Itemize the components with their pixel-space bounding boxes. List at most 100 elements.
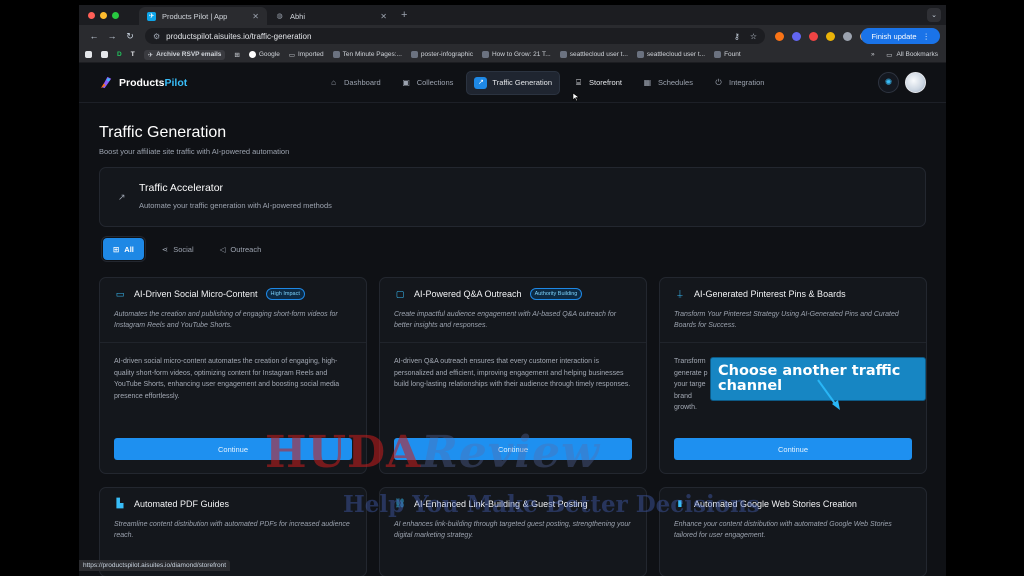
traffic-card-qa-outreach: ▢ AI-Powered Q&A Outreach Authority Buil… [379, 277, 647, 474]
key-icon[interactable]: ⚷ [734, 32, 740, 41]
bookmark-item[interactable]: seattlecloud user t... [559, 51, 628, 58]
bookmark-item[interactable] [101, 51, 108, 58]
bookmark-label: Ten Minute Pages:... [342, 51, 402, 58]
continue-button[interactable]: Continue [674, 438, 912, 460]
traffic-card-link-building: ⛓ AI-Enhanced Link-Building & Guest Post… [379, 487, 647, 576]
maximize-window-button[interactable] [112, 11, 119, 19]
filter-social[interactable]: ⋖ Social [152, 238, 204, 260]
traffic-accelerator-panel: ↗ Traffic Accelerator Automate your traf… [99, 167, 926, 227]
url-text: productspilot.aisuites.io/traffic-genera… [166, 31, 312, 41]
extension-icon[interactable] [826, 31, 835, 41]
favicon-icon: ✈ [147, 11, 156, 21]
card-description: AI enhances link-building through target… [394, 521, 631, 539]
chat-icon: ▢ [395, 288, 405, 299]
puzzle-icon[interactable] [843, 31, 852, 41]
bookmark-item[interactable]: ✈ Archive RSVP emails [143, 49, 226, 60]
bookmark-item[interactable] [85, 51, 92, 58]
bookmark-item[interactable]: D [117, 51, 122, 58]
bookmark-icon: ✈ [147, 51, 154, 59]
tab-search-icon[interactable]: ⌄ [927, 8, 941, 22]
bookmark-icon [481, 51, 489, 58]
tab-strip: ✈ Products Pilot | App ✕ ◍ Abhi ✕ + ⌄ [79, 5, 946, 25]
overflow-icon: » [871, 51, 875, 58]
video-icon: ▭ [115, 288, 125, 299]
nav-label: Storefront [589, 78, 622, 87]
filter-label: All [124, 244, 134, 254]
nav-integration[interactable]: ⏻ Integration [706, 73, 771, 93]
bookmark-item[interactable]: Ten Minute Pages:... [332, 51, 402, 58]
card-divider [380, 342, 646, 343]
continue-button[interactable]: Continue [394, 438, 632, 460]
site-info-icon[interactable]: ⚙ [153, 32, 160, 41]
megaphone-icon: ◁ [219, 244, 226, 254]
theme-toggle-button[interactable]: ✺ [878, 72, 899, 93]
minimize-window-button[interactable] [100, 11, 107, 19]
store-icon: ⌸ [576, 77, 581, 87]
card-description: Create impactful audience engagement wit… [394, 311, 617, 329]
callout-arrow-icon [817, 379, 840, 410]
extension-icon[interactable] [775, 31, 784, 41]
card-body: AI-driven Q&A outreach ensures that ever… [394, 358, 631, 388]
browser-tab-active[interactable]: ✈ Products Pilot | App ✕ [139, 7, 267, 25]
file-icon: ▙ [116, 498, 124, 508]
continue-button[interactable]: Continue [114, 438, 352, 460]
card-description: Streamline content distribution with aut… [114, 521, 350, 539]
bookmark-item[interactable]: Fount [714, 51, 741, 58]
nav-schedules[interactable]: ▦ Schedules [635, 73, 700, 92]
bookmark-label: seattlecloud user t... [569, 51, 628, 58]
nav-label: Traffic Generation [492, 78, 553, 87]
bookmark-item[interactable]: poster-infographic [410, 51, 473, 58]
close-tab-icon[interactable]: ✕ [380, 12, 387, 21]
filter-tabs: ⊞ All ⋖ Social ◁ Outreach [99, 236, 926, 262]
close-tab-icon[interactable]: ✕ [252, 12, 259, 21]
back-icon[interactable]: ← [85, 31, 103, 41]
page-subtitle: Boost your affiliate site traffic with A… [99, 147, 290, 156]
card-title: AI-Generated Pinterest Pins & Boards [694, 288, 846, 299]
forward-icon[interactable]: → [103, 31, 121, 41]
new-tab-icon[interactable]: + [401, 9, 407, 21]
bookmark-item[interactable]: Google [248, 51, 280, 58]
nav-storefront[interactable]: ⌸ Storefront [566, 73, 629, 93]
filter-outreach[interactable]: ◁ Outreach [210, 238, 272, 260]
filter-label: Social [173, 244, 194, 254]
nav-traffic-generation[interactable]: ↗ Traffic Generation [466, 70, 561, 95]
avatar[interactable] [905, 72, 926, 93]
bookmark-icon [85, 51, 92, 58]
nav-dashboard[interactable]: ⌂ Dashboard [321, 73, 388, 92]
header-actions: ✺ [878, 72, 926, 93]
trend-icon: ↗ [118, 192, 126, 202]
extension-icon[interactable] [792, 31, 801, 41]
folder-icon: ▭ [288, 51, 295, 59]
address-bar: ← → ↻ ⚙ productspilot.aisuites.io/traffi… [79, 25, 946, 47]
finish-update-button[interactable]: Finish update ⋮ [861, 28, 940, 44]
sun-icon: ✺ [884, 77, 893, 87]
nav-label: Collections [416, 78, 454, 87]
bookmark-icon [714, 51, 722, 58]
card-title: AI-Driven Social Micro-Content [134, 289, 258, 299]
window-controls [79, 11, 139, 19]
traffic-card-web-stories: ▮ Automated Google Web Stories Creation … [659, 487, 927, 576]
status-badge: High Impact [265, 288, 305, 300]
folder-icon: ▭ [886, 51, 893, 59]
mouse-cursor-icon [572, 92, 580, 102]
nav-collections[interactable]: ▣ Collections [394, 73, 461, 92]
app-logo[interactable]: ProductsPilot [99, 75, 319, 90]
browser-tab[interactable]: ◍ Abhi ✕ [267, 7, 395, 25]
collections-icon: ▣ [402, 78, 410, 87]
bookmark-label: Archive RSVP emails [156, 51, 222, 58]
bookmark-item[interactable]: How to Grow: 21 T... [481, 51, 551, 58]
star-icon[interactable]: ☆ [750, 32, 757, 41]
filter-all[interactable]: ⊞ All [103, 238, 144, 260]
extension-icon[interactable] [809, 31, 818, 41]
card-description: Transform Your Pinterest Strategy Using … [674, 311, 899, 329]
apps-icon[interactable]: ⊞ [234, 51, 239, 59]
traffic-cards-grid: ▭ AI-Driven Social Micro-Content High Im… [99, 277, 927, 576]
url-input[interactable]: ⚙ productspilot.aisuites.io/traffic-gene… [145, 28, 765, 44]
calendar-icon: ▦ [643, 78, 652, 87]
all-bookmarks-button[interactable]: » ▭ All Bookmarks [871, 51, 938, 59]
bookmark-item[interactable]: T [131, 51, 135, 58]
reload-icon[interactable]: ↻ [121, 31, 139, 42]
close-window-button[interactable] [88, 11, 95, 19]
bookmark-item[interactable]: seattlecloud user t... [636, 51, 705, 58]
bookmark-item[interactable]: ▭ Imported [289, 51, 324, 59]
